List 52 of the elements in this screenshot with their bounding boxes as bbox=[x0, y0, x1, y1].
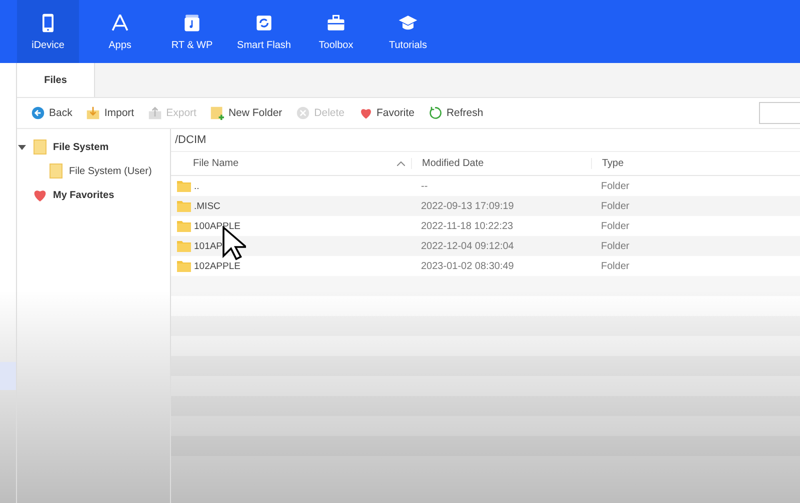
folder-icon bbox=[32, 139, 48, 155]
folder-icon bbox=[177, 240, 191, 252]
toolbar-button[interactable]: Favorite bbox=[358, 106, 414, 120]
file-name[interactable]: .. bbox=[194, 180, 200, 192]
file-name[interactable]: 100APPLE bbox=[194, 220, 240, 232]
nav-tab[interactable]: Smart Flash bbox=[233, 0, 295, 63]
nav-tab[interactable]: RT & WP bbox=[161, 0, 223, 63]
new-folder-icon bbox=[210, 106, 224, 120]
tree-item[interactable]: File System (User) bbox=[17, 159, 152, 183]
table-cell-text: Folder bbox=[600, 220, 630, 232]
table-cell-text: 2022-12-04 09:12:04 bbox=[420, 240, 515, 252]
column-header[interactable]: Modified Date bbox=[411, 158, 591, 169]
toolbar-button[interactable]: Refresh bbox=[428, 106, 484, 120]
folder-icon bbox=[177, 220, 191, 232]
expand-caret-icon bbox=[17, 143, 27, 151]
tab[interactable]: Files bbox=[17, 63, 95, 97]
column-header[interactable]: File Name bbox=[171, 158, 411, 169]
tree-item[interactable]: File System bbox=[17, 135, 109, 159]
file-name[interactable]: .MISC bbox=[194, 200, 220, 212]
table-cell-text: -- bbox=[420, 180, 429, 192]
heart-icon bbox=[358, 106, 373, 120]
file-name[interactable]: 101AP bbox=[194, 240, 223, 252]
sidebar-selection bbox=[0, 362, 16, 390]
table-cell-text: 2023-01-02 08:30:49 bbox=[420, 260, 515, 272]
toolbar-button[interactable]: New Folder bbox=[210, 106, 282, 120]
sort-caret-icon bbox=[397, 161, 405, 166]
table-cell-text: Folder bbox=[600, 260, 630, 272]
nav-tab[interactable]: iDevice bbox=[17, 0, 79, 63]
table-cell-text: Folder bbox=[600, 200, 630, 212]
toolbar-button[interactable]: Back bbox=[31, 106, 72, 120]
table-cell-text: 2022-09-13 17:09:19 bbox=[420, 200, 515, 212]
table-cell-text: 2022-11-18 10:22:23 bbox=[420, 220, 514, 232]
folder-icon bbox=[48, 163, 64, 179]
table-cell-text: Folder bbox=[600, 240, 630, 252]
nav-tab[interactable]: Toolbox bbox=[305, 0, 367, 63]
tree-item[interactable]: My Favorites bbox=[17, 183, 114, 207]
table-cell-text: Folder bbox=[600, 180, 630, 192]
folder-icon bbox=[177, 200, 191, 212]
nav-tab[interactable]: Apps bbox=[89, 0, 151, 63]
delete-icon bbox=[296, 106, 310, 120]
file-name[interactable]: 102APPLE bbox=[194, 260, 240, 272]
folder-icon bbox=[177, 180, 191, 192]
column-header[interactable]: Type bbox=[591, 158, 800, 169]
refresh-icon bbox=[428, 106, 442, 120]
import-icon bbox=[86, 106, 100, 120]
search-field[interactable] bbox=[759, 102, 800, 124]
export-icon bbox=[148, 106, 162, 120]
back-icon bbox=[31, 106, 45, 120]
folder-icon bbox=[177, 260, 191, 272]
nav-tab[interactable]: Tutorials bbox=[377, 0, 439, 63]
path-field[interactable]: /DCIM bbox=[171, 129, 800, 152]
toolbar-button[interactable]: Import bbox=[86, 106, 134, 120]
